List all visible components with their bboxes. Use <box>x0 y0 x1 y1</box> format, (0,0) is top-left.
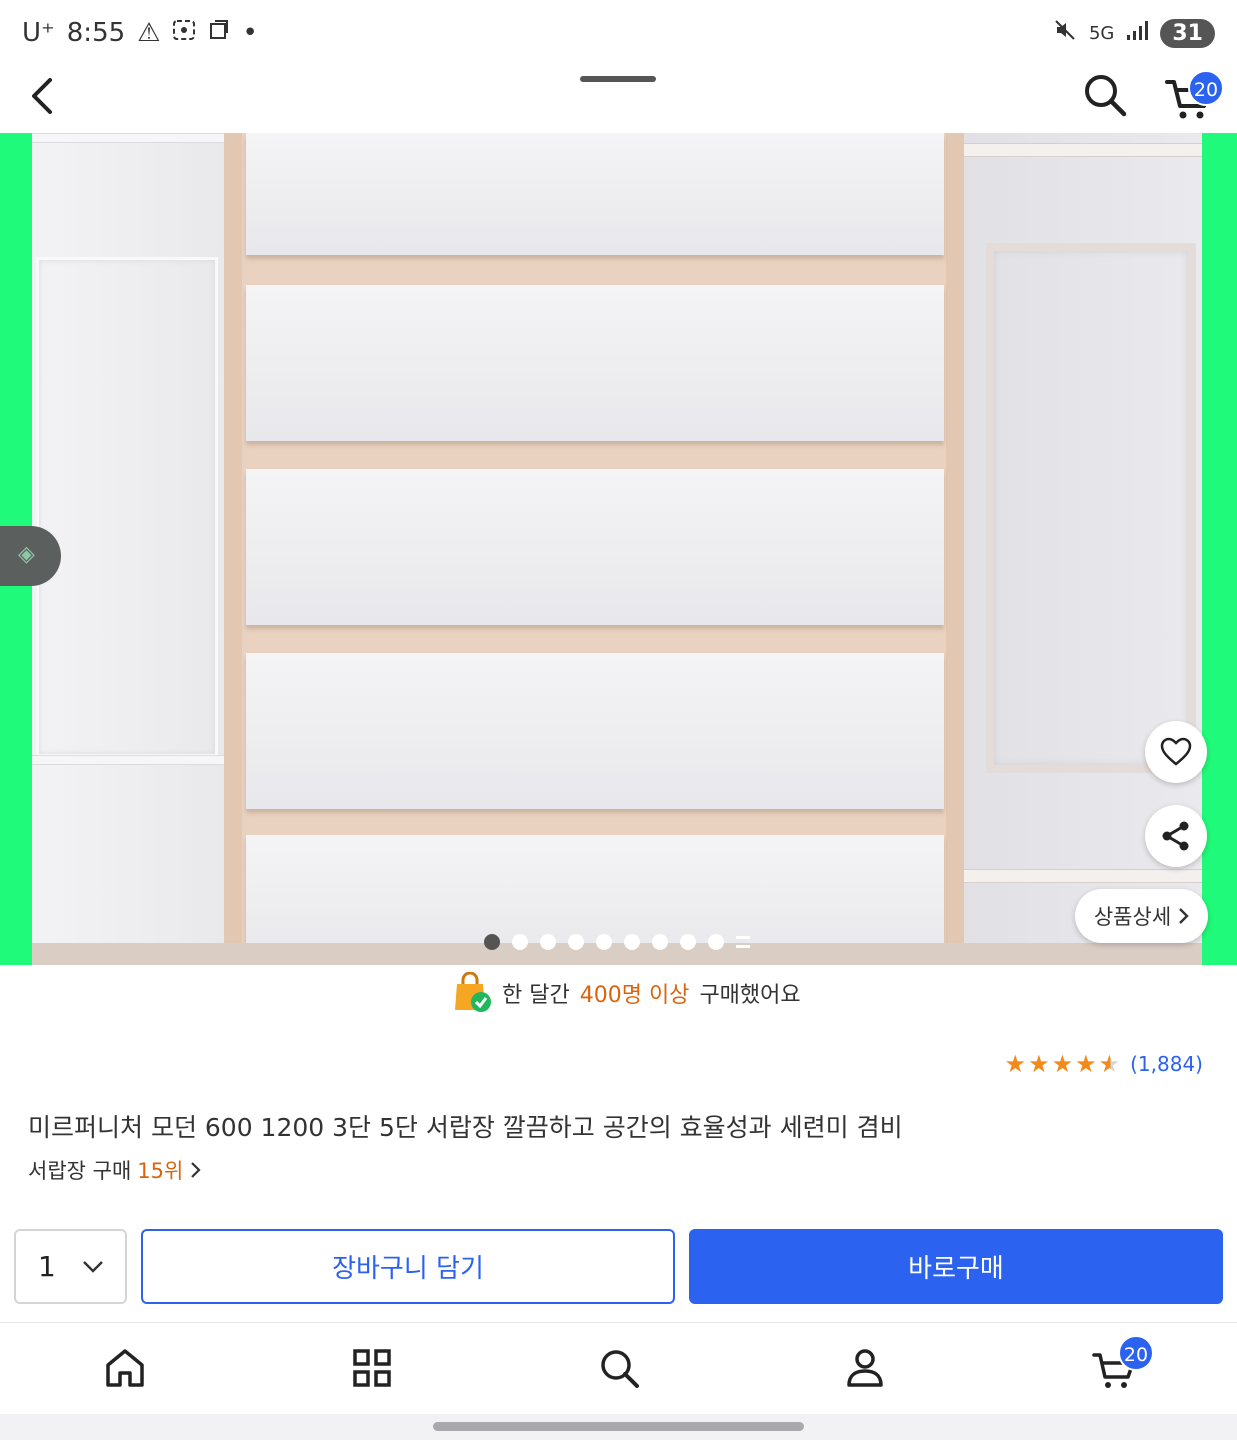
nav-category[interactable] <box>347 1343 397 1393</box>
purchase-note-suffix: 구매했어요 <box>699 983 801 1008</box>
carousel-dot[interactable] <box>568 934 584 950</box>
mute-icon <box>1053 18 1077 48</box>
share-icon <box>1162 821 1189 851</box>
rank-value: 15위 <box>137 1159 184 1183</box>
purchase-note: 한 달간 400명 이상 구매했어요 <box>452 972 801 1014</box>
nav-cart[interactable]: 20 <box>1090 1335 1154 1393</box>
profile-icon <box>847 1349 883 1387</box>
nav-home[interactable] <box>100 1343 150 1393</box>
buy-now-button[interactable]: 바로구매 <box>689 1229 1223 1304</box>
back-button[interactable] <box>22 74 62 118</box>
search-icon <box>1085 75 1127 117</box>
chevron-left-icon <box>32 78 52 114</box>
carousel-dot[interactable] <box>652 934 668 950</box>
carousel-dot[interactable] <box>708 934 724 950</box>
sheet-drag-handle[interactable] <box>580 76 656 82</box>
bottom-nav: 20 <box>0 1322 1237 1414</box>
warning-icon: ⚠ <box>137 18 161 48</box>
home-gesture-bar[interactable] <box>433 1422 804 1431</box>
star-icon: ★ <box>1004 1050 1027 1078</box>
add-to-cart-button[interactable]: 장바구니 담기 <box>141 1229 675 1304</box>
signal-icon <box>1126 19 1149 47</box>
carousel-dot[interactable] <box>624 934 640 950</box>
wishlist-button[interactable] <box>1145 721 1207 783</box>
clock: 8:55 <box>66 18 126 48</box>
quantity-select[interactable]: 1 <box>14 1229 127 1304</box>
battery-indicator: 31 <box>1160 18 1215 48</box>
carousel-more-icon <box>736 936 750 948</box>
carousel-dot[interactable] <box>680 934 696 950</box>
chevron-right-icon <box>191 1162 201 1178</box>
window-icon <box>208 18 230 48</box>
chevron-right-icon <box>1179 908 1189 924</box>
purchase-note-highlight: 400명 이상 <box>579 983 690 1008</box>
rating[interactable]: ★ ★ ★ ★ ★ (1,884) <box>1005 1052 1203 1076</box>
search-icon <box>601 1350 639 1388</box>
product-detail-label: 상품상세 <box>1093 905 1172 929</box>
product-title: 미르퍼니처 모던 600 1200 3단 5단 서랍장 깔끔하고 공간의 효율성… <box>28 1113 903 1142</box>
carousel-dot[interactable] <box>596 934 612 950</box>
status-right: 5G 31 <box>1053 18 1215 48</box>
status-left: U⁺ 8:55 ⚠ • <box>22 18 258 48</box>
share-button[interactable] <box>1145 805 1207 867</box>
cart-count-badge: 20 <box>1188 70 1224 106</box>
side-drawer-tab[interactable]: ◈ <box>0 526 61 586</box>
review-count: (1,884) <box>1130 1052 1203 1076</box>
quantity-value: 1 <box>38 1250 56 1283</box>
carousel-pagination <box>484 934 750 950</box>
search-button[interactable] <box>1082 72 1128 118</box>
nav-my-page[interactable] <box>840 1343 890 1393</box>
gesture-area <box>0 1414 1237 1440</box>
chevron-down-icon <box>82 1260 103 1273</box>
shopping-bag-check-icon <box>455 972 491 1012</box>
product-image-carousel[interactable]: ◈ 상품상세 <box>0 133 1237 965</box>
category-icon <box>353 1349 391 1387</box>
nav-search[interactable] <box>594 1343 644 1393</box>
header-cart-button[interactable]: 20 <box>1164 70 1224 122</box>
screenshot-icon <box>172 18 196 48</box>
purchase-note-prefix: 한 달간 <box>502 983 570 1008</box>
star-icon: ★ <box>1051 1050 1074 1078</box>
carousel-dot[interactable] <box>512 934 528 950</box>
photo-wall-left <box>32 133 224 965</box>
half-star-icon: ★ <box>1098 1050 1121 1078</box>
product-detail-button[interactable]: 상품상세 <box>1075 889 1208 943</box>
network-type: 5G <box>1088 22 1115 44</box>
carrier-label: U⁺ <box>22 18 55 48</box>
carousel-dot[interactable] <box>540 934 556 950</box>
notification-dot-icon: • <box>242 18 258 48</box>
top-nav: 20 <box>0 60 1237 132</box>
category-rank-link[interactable]: 서랍장 구매 15위 <box>28 1155 201 1185</box>
nav-cart-count-badge: 20 <box>1118 1335 1154 1371</box>
heart-icon <box>1160 737 1192 766</box>
photo-dresser <box>224 133 964 965</box>
product-photo <box>32 133 1202 965</box>
home-icon <box>106 1349 144 1387</box>
carousel-dot[interactable] <box>484 934 500 950</box>
star-icon: ★ <box>1028 1050 1050 1078</box>
diamond-icon: ◈ <box>18 542 35 567</box>
star-icon: ★ <box>1075 1050 1097 1078</box>
rank-prefix: 서랍장 구매 <box>28 1159 132 1183</box>
